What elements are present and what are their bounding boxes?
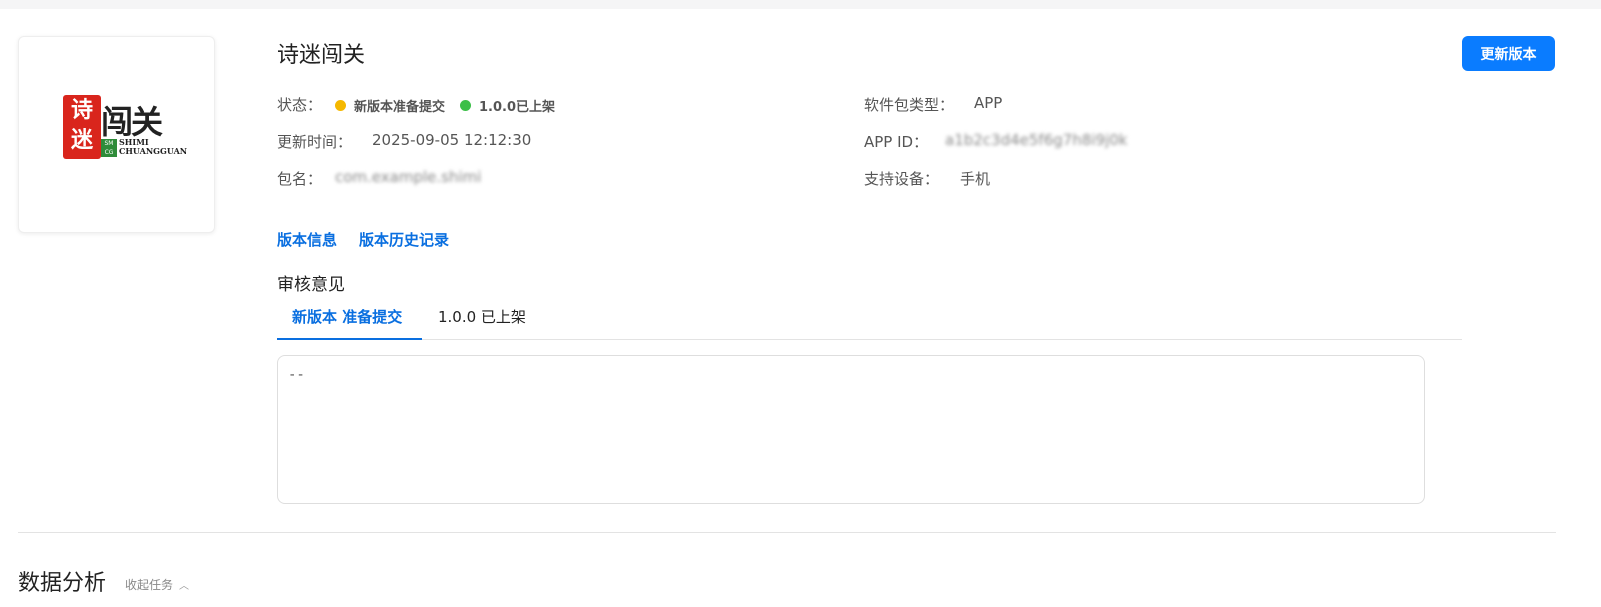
status-label: 状态： [277,96,323,114]
active-tab-indicator [277,338,422,340]
update-time-label: 更新时间： [277,133,353,151]
seal-char-1: 诗 [70,97,93,123]
status-badge-new-version: 新版本准备提交 [335,96,445,115]
package-type-label: 软件包类型： [864,96,955,114]
update-version-button[interactable]: 更新版本 [1462,36,1555,71]
tabs-divider [277,339,1462,340]
version-history-link[interactable]: 版本历史记录 [359,229,449,250]
status-dot-published [460,100,471,111]
review-comment-box: -- [277,355,1425,504]
supported-devices-label: 支持设备： [864,170,940,188]
app-logo-mark: SM CG [101,139,117,157]
top-bar [0,0,1601,9]
package-name-value: com.example.shimi [335,168,482,186]
update-time-value: 2025-09-05 12:12:30 [372,131,532,149]
collapse-tasks-label: 收起任务 [125,578,174,592]
review-section-title: 审核意见 [277,275,345,295]
collapse-tasks-toggle[interactable]: 收起任务 ︿ [125,576,189,593]
package-name-label: 包名： [277,170,323,188]
status-dot-pending [335,100,346,111]
app-logo-seal: 诗 迷 [63,95,101,159]
section-divider [18,532,1556,533]
app-id-label: APP ID： [864,133,929,151]
data-analysis-title: 数据分析 [18,571,107,596]
package-type-value: APP [974,94,1003,112]
app-id-value: a1b2c3d4e5f6g7h8i9j0k [945,131,1128,149]
chevron-up-icon: ︿ [179,581,190,592]
app-logo-subtitle: SHIMI CHUANGGUAN [119,137,188,156]
tab-published-version[interactable]: 1.0.0 已上架 [438,306,526,327]
tab-new-version[interactable]: 新版本 准备提交 [292,306,402,327]
app-logo-card: 诗 迷 闯关 SM CG SHIMI CHUANGGUAN [18,36,215,233]
app-name: 诗迷闯关 [277,43,366,68]
version-info-link[interactable]: 版本信息 [277,229,337,250]
status-badge-published: 1.0.0已上架 [460,96,555,115]
supported-devices-value: 手机 [960,170,991,188]
seal-char-2: 迷 [70,127,93,153]
